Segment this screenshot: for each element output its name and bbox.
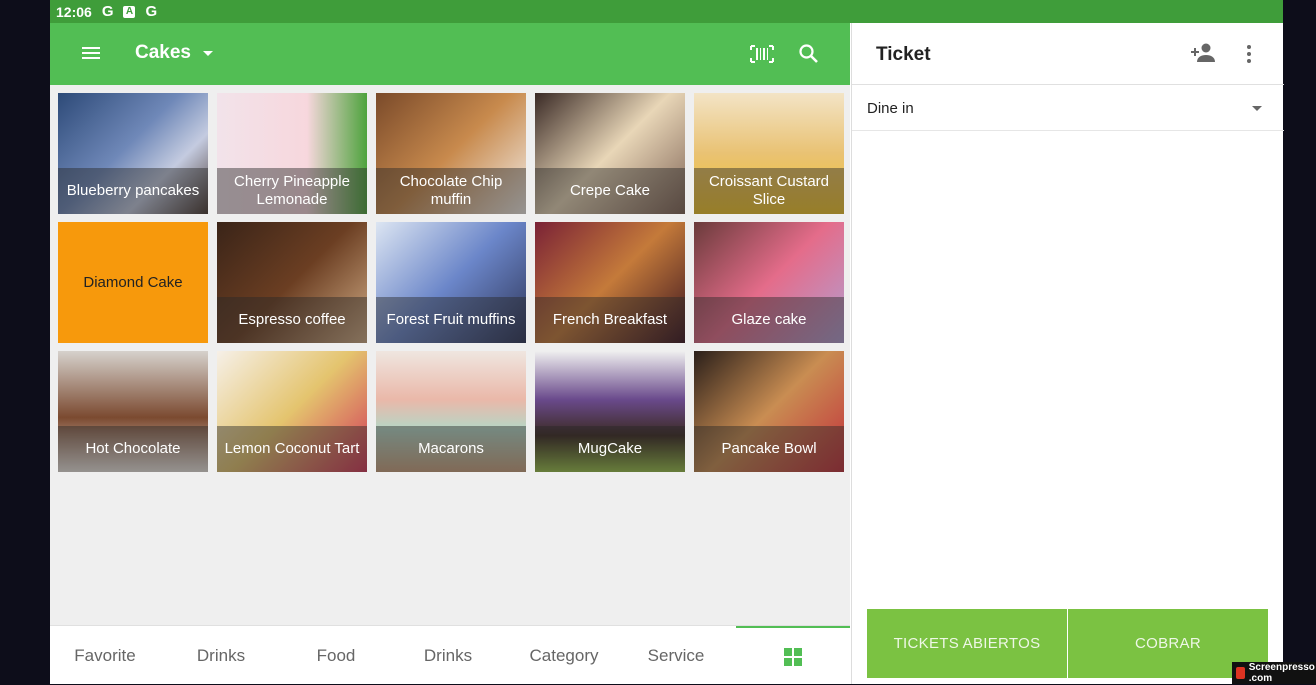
product-tile[interactable]: French Breakfast [535, 222, 685, 343]
screenpresso-logo-icon [1236, 667, 1245, 679]
product-name: Espresso coffee [217, 297, 367, 343]
product-name: Hot Chocolate [58, 426, 208, 472]
product-name: Macarons [376, 426, 526, 472]
product-tile[interactable]: MugCake [535, 351, 685, 472]
app-notification-icon: A [123, 5, 136, 18]
ticket-panel: Ticket Dine in TICKETS ABIERTOS COBRAR [851, 23, 1284, 684]
category-title[interactable]: Cakes [135, 42, 191, 64]
status-bar: 12:06 G A G [50, 0, 1283, 23]
product-name: Chocolate Chip muffin [376, 168, 526, 214]
menu-icon[interactable] [82, 44, 102, 64]
app-bar: Cakes [50, 23, 850, 85]
product-name: Blueberry pancakes [58, 168, 208, 214]
product-tile[interactable]: Pancake Bowl [694, 351, 844, 472]
product-panel: Cakes Blueberry pancakes Cherry Pineappl… [50, 23, 850, 684]
dropdown-arrow-icon [1252, 106, 1262, 111]
watermark-text: Screenpresso .com [1248, 662, 1315, 684]
nav-tab-food[interactable]: Food [280, 626, 392, 685]
nav-tab-drinks[interactable]: Drinks [165, 626, 277, 685]
product-tile[interactable]: Glaze cake [694, 222, 844, 343]
search-icon[interactable] [798, 43, 820, 65]
grid-view-tab[interactable] [736, 626, 850, 685]
more-options-icon[interactable] [1242, 43, 1256, 65]
bottom-navigation: Favorite Drinks Food Drinks Category Ser… [50, 625, 850, 684]
barcode-scan-icon[interactable] [750, 42, 774, 66]
product-tile[interactable]: Espresso coffee [217, 222, 367, 343]
dining-option-value: Dine in [867, 100, 914, 117]
product-tile[interactable]: Forest Fruit muffins [376, 222, 526, 343]
product-tile[interactable]: Lemon Coconut Tart [217, 351, 367, 472]
product-tile[interactable]: Croissant Custard Slice [694, 93, 844, 214]
google-notification-icon: G [101, 3, 114, 20]
product-name: French Breakfast [535, 297, 685, 343]
nav-tab-service[interactable]: Service [620, 626, 732, 685]
product-name: Forest Fruit muffins [376, 297, 526, 343]
nav-tab-favorite[interactable]: Favorite [50, 626, 160, 685]
screenpresso-watermark: Screenpresso .com [1232, 662, 1316, 684]
google-notification-icon-2: G [145, 3, 158, 20]
product-tile[interactable]: Blueberry pancakes [58, 93, 208, 214]
product-tile[interactable]: Cherry Pineapple Lemonade [217, 93, 367, 214]
product-tile[interactable]: Crepe Cake [535, 93, 685, 214]
product-name: MugCake [535, 426, 685, 472]
nav-tab-drinks-2[interactable]: Drinks [392, 626, 504, 685]
add-customer-icon[interactable] [1190, 42, 1216, 64]
product-tile[interactable]: Hot Chocolate [58, 351, 208, 472]
product-name: Lemon Coconut Tart [217, 426, 367, 472]
product-name: Croissant Custard Slice [694, 168, 844, 214]
product-tile[interactable]: Macarons [376, 351, 526, 472]
pos-app: Cakes Blueberry pancakes Cherry Pineappl… [50, 23, 1284, 684]
grid-icon [784, 647, 802, 666]
ticket-title: Ticket [876, 44, 931, 65]
status-time: 12:06 [56, 3, 92, 20]
product-tile[interactable]: Chocolate Chip muffin [376, 93, 526, 214]
ticket-header: Ticket [852, 23, 1284, 85]
open-tickets-button[interactable]: TICKETS ABIERTOS [867, 609, 1067, 678]
product-name: Glaze cake [694, 297, 844, 343]
category-dropdown-icon[interactable] [203, 51, 213, 56]
product-name: Diamond Cake [83, 273, 183, 291]
nav-tab-category[interactable]: Category [508, 626, 620, 685]
product-name: Crepe Cake [535, 168, 685, 214]
device-frame: 12:06 G A G Cakes Blueberry pancakes Che… [0, 0, 1316, 684]
product-name: Pancake Bowl [694, 426, 844, 472]
product-tile[interactable]: Diamond Cake [58, 222, 208, 343]
product-name: Cherry Pineapple Lemonade [217, 168, 367, 214]
dining-option-select[interactable]: Dine in [852, 85, 1284, 131]
